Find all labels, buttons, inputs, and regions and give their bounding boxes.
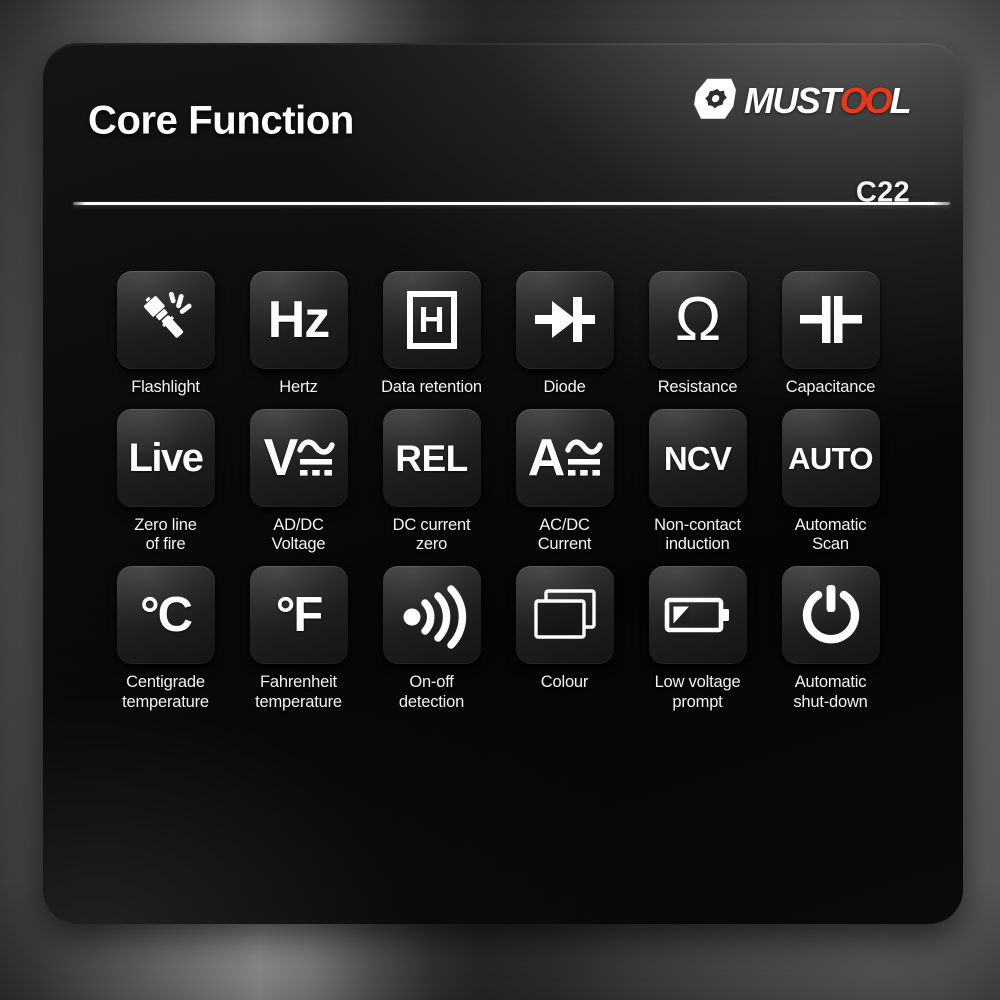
function-tile[interactable]: A	[515, 409, 614, 508]
function-tile[interactable]	[382, 566, 481, 665]
function-tile[interactable]: H	[382, 271, 481, 369]
function-tile[interactable]: AUTO	[781, 409, 880, 508]
auto-range-icon: AUTO	[788, 440, 873, 476]
brand-word-prefix: MUST	[744, 80, 841, 121]
function-item-resistance[interactable]: Ω Resistance	[637, 271, 758, 397]
brand-word-suffix: L	[889, 80, 912, 121]
function-tile[interactable]: Hz	[249, 271, 348, 369]
current-letter: A	[527, 429, 566, 488]
resistance-omega-icon: Ω	[674, 285, 721, 354]
function-label: Zero line of fire	[134, 516, 197, 554]
function-tile[interactable]: °F	[249, 566, 348, 665]
function-item-ncv[interactable]: NCV Non-contact induction	[637, 409, 758, 554]
function-item-capacitance[interactable]: Capacitance	[770, 271, 891, 397]
function-label: Hertz	[279, 378, 318, 396]
function-tile[interactable]: Live	[116, 409, 215, 508]
function-tile[interactable]: REL	[382, 409, 481, 508]
function-item-hertz[interactable]: Hz Hertz	[238, 271, 359, 397]
function-tile[interactable]: V	[249, 409, 348, 508]
function-label: Fahrenheit temperature	[255, 673, 342, 711]
function-item-auto-shutdown[interactable]: Automatic shut-down	[770, 566, 891, 711]
function-tile[interactable]	[515, 271, 614, 369]
function-tile[interactable]	[116, 271, 215, 369]
function-item-fahrenheit[interactable]: °F Fahrenheit temperature	[238, 566, 359, 711]
function-item-low-battery[interactable]: Low voltage prompt	[637, 566, 758, 711]
flashlight-icon	[143, 291, 192, 338]
function-label: Low voltage prompt	[654, 673, 741, 711]
function-tile[interactable]	[781, 566, 880, 665]
function-item-flashlight[interactable]: Flashlight	[105, 271, 226, 397]
function-tile[interactable]: NCV	[648, 409, 747, 508]
function-tile[interactable]	[781, 271, 880, 369]
fahrenheit-icon: °F	[275, 587, 324, 642]
function-grid: Flashlight Hz Hertz H Data retention Dio…	[105, 271, 905, 712]
function-label: AC/DC Current	[537, 516, 592, 554]
function-item-diode[interactable]: Diode	[504, 271, 625, 397]
brand-wordmark: MUSTOOL	[744, 80, 912, 121]
function-label: AD/DC Voltage	[271, 516, 326, 554]
function-label: Capacitance	[785, 378, 876, 396]
capacitance-icon	[799, 296, 862, 343]
function-tile[interactable]	[515, 566, 614, 665]
voltage-letter: V	[263, 429, 299, 488]
brand-word-oo: OO	[839, 80, 893, 121]
function-tile[interactable]	[648, 566, 747, 665]
function-item-voltage[interactable]: V AD/DC Voltage	[238, 409, 359, 554]
data-hold-letter: H	[418, 299, 445, 340]
voltage-acdc-icon: V	[263, 429, 336, 488]
function-label: Data retention	[381, 378, 482, 396]
function-label: Centigrade temperature	[122, 673, 209, 711]
relative-zero-icon: REL	[395, 437, 468, 479]
brand-logo: MUSTOOL	[694, 75, 912, 123]
function-tile[interactable]: Ω	[648, 271, 747, 369]
page-title: Core Function	[88, 98, 354, 143]
hertz-icon: Hz	[267, 291, 331, 349]
header-divider	[73, 202, 950, 205]
function-label: Diode	[543, 378, 586, 396]
function-item-onoff[interactable]: On-off detection	[371, 566, 492, 711]
core-function-panel: Core Function MUSTOOL C22 Flashlight Hz …	[43, 43, 963, 924]
function-item-celsius[interactable]: °C Centigrade temperature	[105, 566, 226, 711]
data-hold-icon: H	[406, 291, 457, 349]
function-item-rel[interactable]: REL DC current zero	[371, 409, 492, 554]
ncv-icon: NCV	[663, 439, 732, 477]
function-label: On-off detection	[398, 673, 465, 711]
function-label: DC current zero	[392, 516, 471, 554]
diode-icon	[534, 297, 595, 342]
function-item-colour[interactable]: Colour	[504, 566, 625, 711]
celsius-icon: °C	[140, 587, 193, 642]
function-tile[interactable]: °C	[116, 566, 215, 665]
colour-screen-icon	[533, 589, 596, 640]
live-wire-icon: Live	[128, 436, 204, 481]
function-label: Automatic Scan	[794, 516, 867, 554]
power-off-icon	[802, 585, 859, 644]
continuity-signal-icon	[403, 585, 466, 650]
function-label: Resistance	[657, 378, 738, 396]
hex-gear-logo-icon	[694, 78, 736, 119]
low-battery-icon	[664, 598, 729, 633]
acdc-symbol-icon	[565, 439, 603, 476]
function-item-data-retention[interactable]: H Data retention	[371, 271, 492, 397]
panel-header: Core Function MUSTOOL C22	[43, 43, 963, 213]
function-label: Automatic shut-down	[793, 673, 868, 711]
function-label: Flashlight	[131, 378, 200, 396]
function-item-auto[interactable]: AUTO Automatic Scan	[770, 409, 891, 554]
acdc-symbol-icon	[297, 439, 336, 476]
function-item-current[interactable]: A AC/DC Current	[504, 409, 625, 554]
current-acdc-icon: A	[527, 429, 603, 488]
function-item-live[interactable]: Live Zero line of fire	[105, 409, 226, 554]
function-label: Colour	[540, 673, 589, 692]
function-label: Non-contact induction	[654, 516, 741, 554]
